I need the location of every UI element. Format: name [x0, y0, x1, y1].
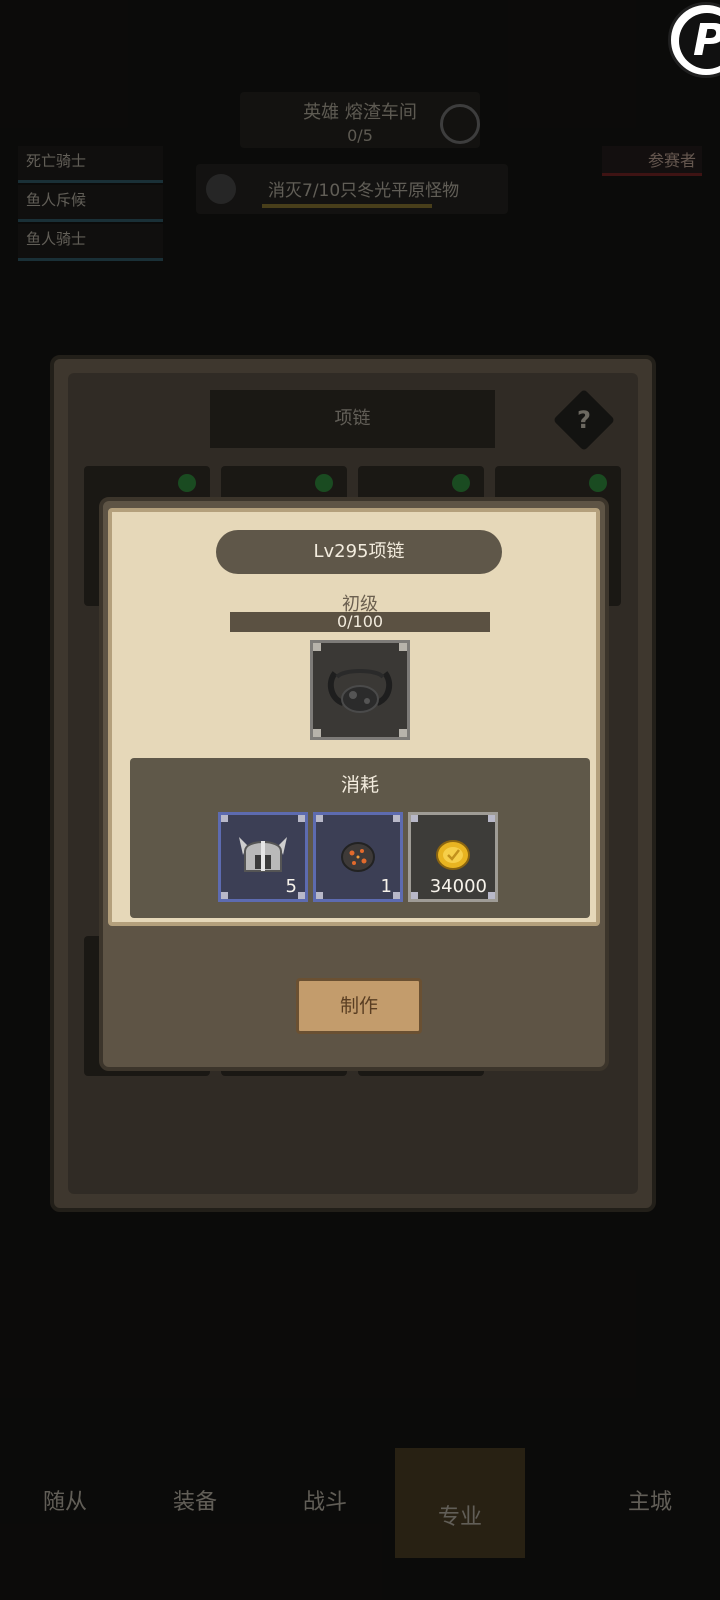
nav-tab-main-city: 主城 — [627, 1490, 672, 1515]
ready-indicator-icon — [452, 474, 470, 492]
nav-tab-equipment: 装备 — [172, 1490, 217, 1515]
necklace-icon — [327, 669, 393, 713]
material-qty: 1 — [380, 876, 392, 897]
dialog-title: Lv295项链 — [216, 530, 502, 574]
task-icon — [206, 174, 236, 204]
nav-tab-followers: 随从 — [42, 1490, 87, 1515]
ready-indicator-icon — [178, 474, 196, 492]
material-slot-slag-ore[interactable]: 1 — [313, 812, 403, 902]
bottom-nav: 随从 装备 战斗 专业 主城 — [0, 1448, 720, 1558]
material-qty: 5 — [285, 876, 297, 897]
consume-header: 消耗 — [340, 774, 379, 796]
proficiency-progress: 0/100 — [230, 612, 490, 632]
ready-indicator-icon — [589, 474, 607, 492]
task-progress-bar — [262, 204, 432, 208]
craft-button[interactable]: 制作 — [296, 978, 422, 1034]
material-qty: 34000 — [429, 876, 487, 897]
logo-icon: P — [679, 13, 720, 69]
help-icon: ? — [577, 406, 591, 434]
participant-badge: 参赛者 — [602, 146, 702, 176]
task-text: 消灭7/10只冬光平原怪物 — [268, 181, 460, 201]
enemy-list-item: 死亡骑士 — [18, 146, 163, 183]
task-bar: 消灭7/10只冬光平原怪物 — [196, 164, 508, 214]
material-slot-helmet[interactable]: 5 — [218, 812, 308, 902]
progress-text: 0/100 — [336, 612, 384, 631]
nav-tab-profession: 专业 — [395, 1448, 525, 1558]
material-slot-gold[interactable]: 34000 — [408, 812, 498, 902]
nav-tab-battle: 战斗 — [302, 1490, 347, 1515]
enemy-list: 死亡骑士 鱼人斥候 鱼人骑士 — [18, 146, 163, 263]
enemy-list-item: 鱼人斥候 — [18, 185, 163, 222]
result-item-slot[interactable] — [310, 640, 410, 740]
ready-indicator-icon — [315, 474, 333, 492]
enemy-list-item: 鱼人骑士 — [18, 224, 163, 261]
help-button: ? — [552, 388, 616, 452]
crafting-window-title: 项链 — [210, 390, 495, 448]
swap-icon — [440, 104, 480, 144]
